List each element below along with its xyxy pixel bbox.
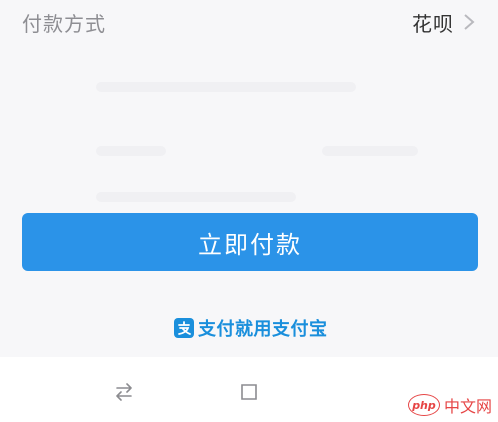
- chevron-right-icon: [464, 14, 475, 30]
- faded-content-line: [96, 146, 166, 156]
- payment-method-value: 花呗: [412, 11, 454, 36]
- payment-method-label: 付款方式: [22, 11, 106, 36]
- faded-content-line: [96, 82, 356, 92]
- switch-arrows-icon[interactable]: [113, 381, 135, 403]
- watermark-text: 中文网: [443, 397, 492, 416]
- square-icon[interactable]: [239, 381, 261, 403]
- payment-method-row[interactable]: 付款方式 花呗: [0, 0, 498, 44]
- alipay-icon: [174, 318, 194, 338]
- payment-method-selector[interactable]: 花呗: [412, 8, 476, 37]
- system-navigation-bar: php 中文网: [0, 357, 498, 422]
- pay-now-button[interactable]: 立即付款: [22, 213, 478, 271]
- payment-screen: 付款方式 花呗 立即付款 支付就用支付宝 php 中文网: [0, 0, 498, 422]
- alipay-slogan: 支付就用支付宝: [198, 319, 328, 340]
- alipay-brand: 支付就用支付宝: [174, 316, 328, 340]
- faded-content-line: [322, 146, 418, 156]
- php-badge: php: [407, 394, 440, 416]
- faded-content-line: [96, 192, 296, 202]
- site-watermark: php 中文网: [407, 392, 492, 418]
